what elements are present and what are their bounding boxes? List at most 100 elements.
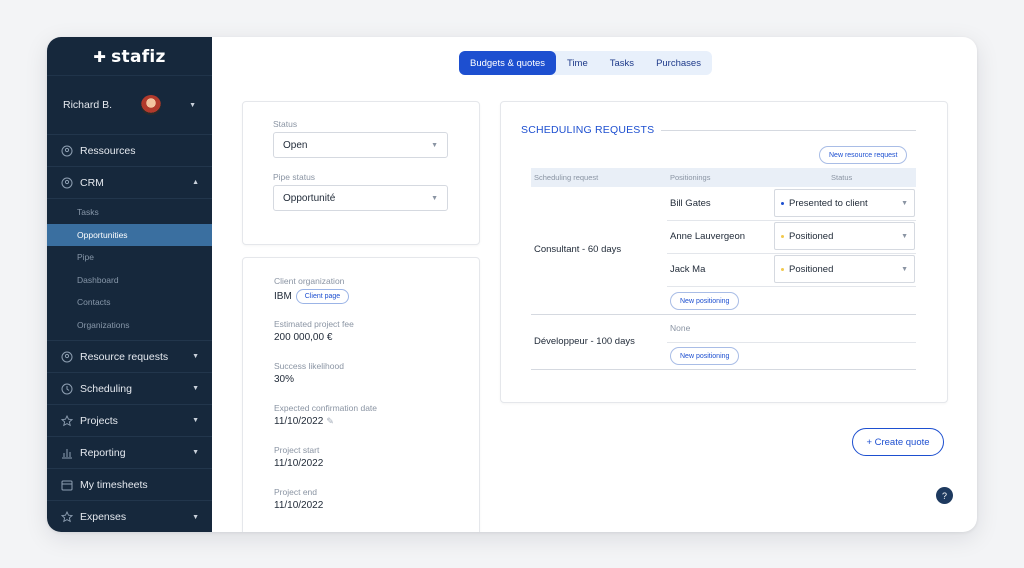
sidebar-item-label: Resource requests [80, 350, 169, 363]
confirmation-date-label: Expected confirmation date [274, 403, 378, 413]
fee-label: Estimated project fee [274, 319, 354, 329]
pipe-status-value: Opportunité [283, 192, 336, 204]
scheduling-requests-card: SCHEDULING REQUESTS New resource request… [500, 101, 948, 403]
chevron-down-icon: ▼ [431, 141, 438, 149]
tab-budgets-quotes[interactable]: Budgets & quotes [459, 51, 556, 75]
likelihood-label: Success likelihood [274, 361, 344, 371]
create-quote-button[interactable]: + Create quote [852, 428, 944, 456]
positioning-status-select[interactable]: Positioned ▼ [774, 255, 915, 283]
col-positionings: Positionings [670, 173, 711, 182]
client-page-button[interactable]: Client page [295, 289, 350, 304]
help-icon[interactable]: ? [936, 487, 953, 504]
new-positioning-button[interactable]: New positioning [670, 347, 740, 365]
chevron-down-icon: ▼ [901, 232, 908, 240]
col-status: Status [831, 173, 853, 182]
fee-value: 200 000,00 € [274, 332, 333, 343]
sidebar-item-label: CRM [80, 176, 104, 189]
confirmation-date-value: 11/10/2022 [274, 416, 324, 427]
positioning-none: None [670, 323, 691, 333]
sidebar-item-reporting[interactable]: Reporting ▼ [47, 437, 212, 469]
sidebar-item-label: Ressources [80, 144, 136, 157]
user-menu[interactable]: Richard B. ▼ [47, 76, 212, 135]
sidebar-item-label: Scheduling [80, 382, 132, 395]
row-divider [531, 369, 916, 370]
details-card: Client organization IBM Client page Esti… [242, 257, 480, 532]
chevron-down-icon: ▼ [192, 417, 199, 424]
logo-text: stafiz [111, 47, 166, 67]
confirmation-date-row: 11/10/2022 ✎ [274, 416, 334, 427]
new-positioning-button[interactable]: New positioning [670, 292, 740, 310]
sidebar-item-scheduling[interactable]: Scheduling ▼ [47, 373, 212, 405]
sidebar-item-label: Projects [80, 414, 118, 427]
bar-chart-icon [61, 447, 73, 459]
main-content: Budgets & quotes Time Tasks Purchases St… [212, 37, 977, 532]
client-org-value: IBM [274, 291, 292, 302]
status-dot [781, 267, 784, 271]
clock-icon [61, 383, 73, 395]
status-value: Open [283, 139, 308, 151]
sidebar-item-my-timesheets[interactable]: My timesheets [47, 469, 212, 501]
positioning-person: Anne Lauvergeon [670, 231, 746, 242]
chevron-down-icon: ▼ [431, 194, 438, 202]
project-start-label: Project start [274, 445, 320, 455]
client-org-value-row: IBM Client page [274, 289, 350, 304]
client-org-label: Client organization [274, 276, 345, 286]
status-select[interactable]: Open ▼ [273, 132, 448, 158]
status-dot [781, 201, 784, 205]
project-end-value: 11/10/2022 [274, 500, 324, 511]
positioning-status-select[interactable]: Presented to client ▼ [774, 189, 915, 217]
avatar [141, 95, 162, 115]
positioning-status-select[interactable]: Positioned ▼ [774, 222, 915, 250]
user-circle-icon [61, 351, 73, 363]
app-window: ✚ stafiz Richard B. ▼ Ressources CRM ▲ T… [47, 37, 977, 532]
project-start-value: 11/10/2022 [274, 458, 324, 469]
pencil-icon[interactable]: ✎ [326, 416, 334, 426]
sidebar: ✚ stafiz Richard B. ▼ Ressources CRM ▲ T… [47, 37, 212, 532]
tab-bar: Budgets & quotes Time Tasks Purchases [459, 51, 712, 75]
tab-purchases[interactable]: Purchases [645, 51, 712, 75]
sidebar-subitem-opportunities[interactable]: Opportunities [47, 223, 212, 246]
tab-time[interactable]: Time [556, 51, 599, 75]
sidebar-subitem-tasks[interactable]: Tasks [47, 201, 212, 224]
sidebar-item-crm[interactable]: CRM ▲ [47, 167, 212, 199]
sidebar-subitem-dashboard[interactable]: Dashboard [47, 269, 212, 292]
chevron-down-icon: ▼ [192, 513, 199, 521]
chevron-down-icon: ▼ [192, 449, 199, 456]
pipe-status-select[interactable]: Opportunité ▼ [273, 185, 448, 211]
pipe-status-label: Pipe status [273, 172, 316, 182]
crm-submenu: Tasks Opportunities Pipe Dashboard Conta… [47, 199, 212, 341]
sidebar-subitem-pipe[interactable]: Pipe [47, 246, 212, 269]
user-circle-icon [61, 145, 73, 157]
sidebar-item-expenses[interactable]: Expenses ▼ [47, 501, 212, 532]
table-header: Scheduling request Positionings Status [531, 168, 916, 187]
chevron-down-icon: ▼ [901, 199, 908, 207]
positioning-status-value: Positioned [789, 230, 834, 242]
sidebar-subitem-contacts[interactable]: Contacts [47, 291, 212, 314]
new-resource-request-button[interactable]: New resource request [819, 146, 908, 164]
row-divider [667, 342, 916, 343]
stafiz-logo[interactable]: ✚ stafiz [47, 37, 212, 76]
scheduling-title: SCHEDULING REQUESTS [521, 124, 655, 136]
positioning-status-value: Positioned [789, 263, 834, 275]
chevron-down-icon: ▼ [192, 353, 199, 360]
sidebar-item-projects[interactable]: Projects ▼ [47, 405, 212, 437]
chevron-down-icon: ▼ [192, 385, 199, 392]
sidebar-item-label: My timesheets [80, 478, 148, 491]
title-divider [661, 130, 916, 131]
request-name: Consultant - 60 days [534, 244, 622, 255]
status-card: Status Open ▼ Pipe status Opportunité ▼ [242, 101, 480, 245]
tab-tasks[interactable]: Tasks [599, 51, 645, 75]
request-name: Développeur - 100 days [534, 336, 635, 347]
row-divider [667, 220, 916, 221]
sidebar-item-resource-requests[interactable]: Resource requests ▼ [47, 341, 212, 373]
sidebar-item-label: Reporting [80, 446, 126, 459]
project-end-label: Project end [274, 487, 317, 497]
row-divider [667, 253, 916, 254]
likelihood-value: 30% [274, 374, 295, 385]
sidebar-subitem-organizations[interactable]: Organizations [47, 314, 212, 337]
sidebar-item-ressources[interactable]: Ressources [47, 135, 212, 167]
star-icon [61, 414, 73, 427]
user-name: Richard B. [63, 99, 113, 111]
col-scheduling-request: Scheduling request [534, 173, 599, 182]
status-label: Status [273, 119, 298, 129]
